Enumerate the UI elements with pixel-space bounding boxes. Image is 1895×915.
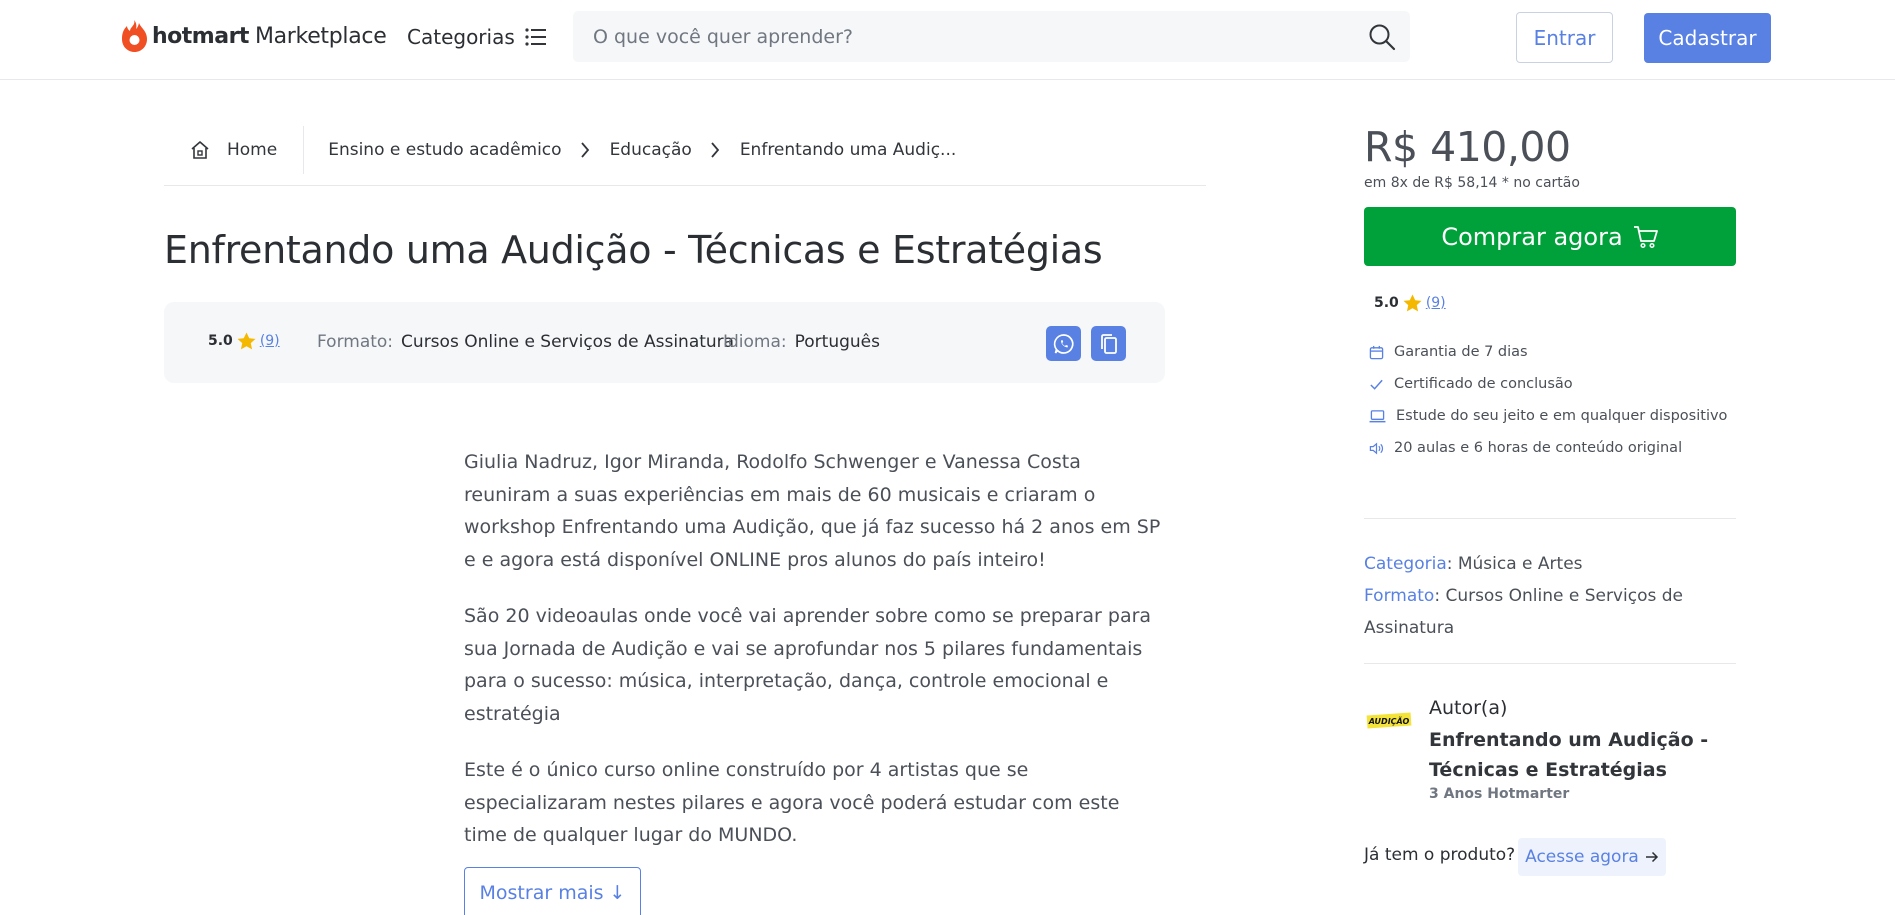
search-icon[interactable]: [1368, 23, 1396, 51]
category-value: : Música e Artes: [1446, 554, 1583, 574]
logo-suffix-text: Marketplace: [254, 23, 387, 49]
star-icon: [237, 332, 256, 350]
buy-now-button[interactable]: Comprar agora: [1364, 207, 1736, 266]
feature-text: Garantia de 7 dias: [1394, 344, 1528, 360]
buy-now-label: Comprar agora: [1441, 222, 1623, 251]
chevron-right-icon: [580, 142, 589, 158]
check-icon: [1370, 379, 1383, 390]
author-label: Autor(a): [1429, 697, 1508, 719]
access-now-button[interactable]: Acesse agora: [1518, 838, 1666, 876]
language-label: Idioma:: [723, 332, 787, 352]
breadcrumb-item-educacao[interactable]: Educação: [610, 126, 692, 174]
format-label: Formato:: [317, 332, 394, 352]
description-paragraph: Giulia Nadruz, Igor Miranda, Rodolfo Sch…: [464, 451, 1161, 571]
access-now-label: Acesse agora: [1525, 847, 1639, 867]
calendar-icon: [1369, 345, 1384, 359]
format-link[interactable]: Formato: [1364, 586, 1434, 606]
chevron-right-icon: [711, 142, 719, 158]
breadcrumb-item-label: Ensino e estudo acadêmico: [328, 140, 562, 160]
rating-count-link[interactable]: (9): [260, 333, 280, 349]
format-value: Cursos Online e Serviços de Assinatura: [401, 332, 735, 352]
cart-icon: [1633, 225, 1658, 248]
show-more-button[interactable]: Mostrar mais ↓: [464, 867, 641, 915]
product-meta: Categoria: Música e Artes Formato: Curso…: [1364, 548, 1734, 644]
language-value: Português: [794, 332, 880, 352]
language-info: Idioma: Português: [723, 332, 880, 352]
category-link[interactable]: Categoria: [1364, 554, 1447, 574]
product-description: Giulia Nadruz, Igor Miranda, Rodolfo Sch…: [464, 446, 1164, 876]
divider: [1364, 518, 1736, 519]
rating-score: 5.0: [1374, 295, 1399, 311]
copy-icon: [1100, 333, 1117, 354]
author-name-link[interactable]: Enfrentando um Audição - Técnicas e Estr…: [1429, 725, 1729, 785]
breadcrumb-item-current: Enfrentando uma Audiç...: [740, 126, 956, 174]
breadcrumb-home-label: Home: [227, 140, 278, 160]
star-icon: [1403, 294, 1422, 312]
hotmart-logo[interactable]: hotmart Marketplace: [121, 18, 387, 54]
search-input[interactable]: [593, 11, 1333, 62]
sidebar-rating: 5.0 (9): [1374, 294, 1446, 312]
feature-item: Certificado de conclusão: [1369, 368, 1727, 400]
arrow-right-icon: [1645, 851, 1658, 863]
breadcrumb: Home Ensino e estudo acadêmico Educação …: [164, 126, 1206, 186]
feature-list: Garantia de 7 dias Certificado de conclu…: [1369, 336, 1727, 464]
format-row: Formato: Cursos Online e Serviços de Ass…: [1364, 580, 1734, 644]
description-paragraph: Este é o único curso online construído p…: [464, 759, 1120, 846]
rating-score: 5.0: [208, 333, 233, 349]
categories-label: Categorias: [407, 25, 515, 49]
author-since-badge: 3 Anos Hotmarter: [1429, 786, 1570, 802]
top-navbar: hotmart Marketplace Categorias Entrar Ca…: [0, 0, 1895, 80]
categories-menu-button[interactable]: Categorias: [407, 22, 547, 52]
copy-link-button[interactable]: [1091, 326, 1126, 361]
logo-brand-text: hotmart: [152, 23, 249, 49]
product-info-bar: 5.0 (9) Formato: Cursos Online e Serviços…: [164, 302, 1165, 383]
signup-button[interactable]: Cadastrar: [1644, 13, 1771, 63]
already-have-product-text: Já tem o produto?: [1364, 845, 1516, 865]
feature-text: Certificado de conclusão: [1394, 376, 1573, 392]
rating: 5.0 (9): [208, 332, 280, 350]
rating-count-link[interactable]: (9): [1426, 295, 1446, 311]
installments-text: em 8x de R$ 58,14 * no cartão: [1364, 175, 1580, 191]
author-logo[interactable]: AUDIÇÃO: [1364, 705, 1414, 733]
breadcrumb-item-label: Enfrentando uma Audiç...: [739, 140, 957, 160]
whatsapp-icon: [1053, 333, 1074, 354]
hotmart-flame-icon: [122, 20, 147, 52]
divider: [1364, 663, 1736, 664]
breadcrumb-home[interactable]: Home: [164, 126, 305, 174]
svg-text:AUDIÇÃO: AUDIÇÃO: [1368, 716, 1410, 726]
page-title: Enfrentando uma Audição - Técnicas e Est…: [164, 228, 1103, 272]
feature-text: Estude do seu jeito e em qualquer dispos…: [1396, 408, 1728, 424]
whatsapp-share-button[interactable]: [1046, 326, 1081, 361]
format-info: Formato: Cursos Online e Serviços de Assi…: [317, 332, 734, 352]
search-bar: [573, 11, 1410, 62]
feature-item: Estude do seu jeito e em qualquer dispos…: [1369, 400, 1727, 432]
feature-item: 20 aulas e 6 horas de conteúdo original: [1369, 432, 1727, 464]
category-row: Categoria: Música e Artes: [1364, 548, 1734, 580]
home-icon: [191, 141, 209, 159]
description-paragraph: São 20 videoaulas onde você vai aprender…: [464, 605, 1152, 725]
feature-item: Garantia de 7 dias: [1369, 336, 1727, 368]
login-button[interactable]: Entrar: [1516, 12, 1613, 63]
breadcrumb-item-label: Educação: [609, 140, 692, 160]
feature-text: 20 aulas e 6 horas de conteúdo original: [1394, 440, 1683, 456]
laptop-icon: [1369, 409, 1386, 422]
list-icon: [525, 28, 546, 46]
breadcrumb-item-ensino[interactable]: Ensino e estudo acadêmico: [304, 126, 561, 174]
price: R$ 410,00: [1364, 123, 1571, 171]
speaker-icon: [1369, 441, 1384, 455]
